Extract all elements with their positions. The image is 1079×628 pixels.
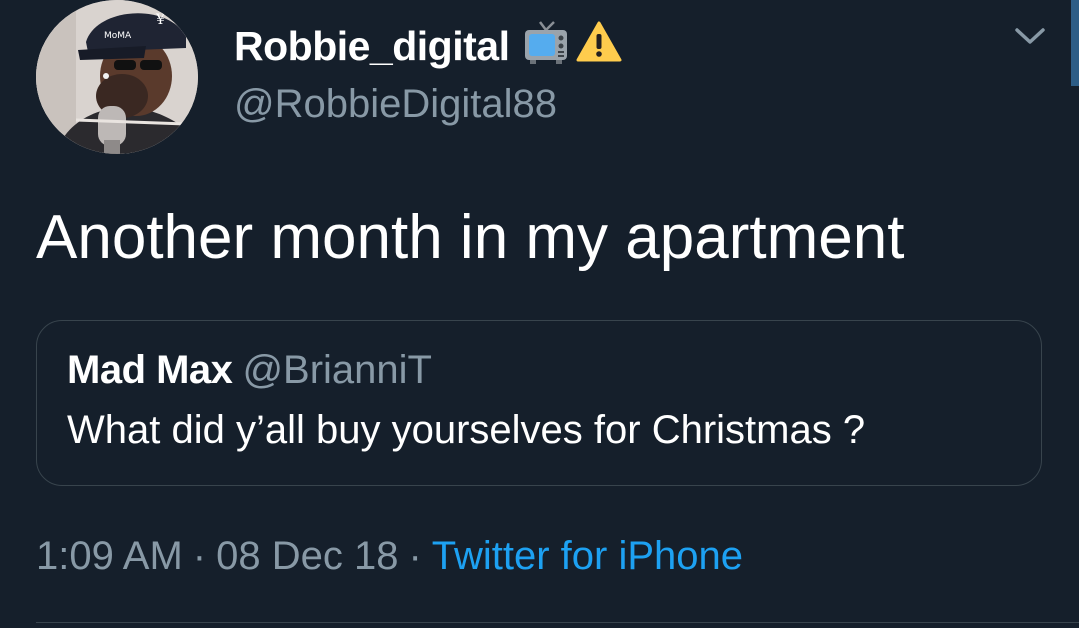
author-avatar[interactable]: MoMA ¥ bbox=[36, 0, 198, 154]
author-handle[interactable]: @RobbieDigital88 bbox=[234, 80, 557, 128]
quoted-tweet-card[interactable]: Mad Max @BrianniT What did y’all buy your… bbox=[36, 320, 1042, 486]
quoted-tweet-author: Mad Max @BrianniT bbox=[67, 345, 432, 395]
tweet-text: Another month in my apartment bbox=[36, 203, 905, 272]
svg-text:¥: ¥ bbox=[155, 12, 165, 28]
warning-emoji-icon bbox=[576, 21, 622, 62]
tweet-time[interactable]: 1:09 AM bbox=[36, 534, 183, 578]
cap-text: MoMA bbox=[104, 31, 132, 41]
quoted-tweet-text: What did y’all buy yourselves for Christ… bbox=[67, 408, 866, 452]
quoted-author-name: Mad Max bbox=[67, 348, 233, 392]
meta-separator: · bbox=[408, 534, 422, 578]
tweet-date[interactable]: 08 Dec 18 bbox=[216, 534, 398, 578]
scrollbar[interactable] bbox=[1071, 0, 1079, 86]
avatar-photo: MoMA ¥ bbox=[36, 0, 198, 154]
tweet-meta: 1:09 AM · 08 Dec 18 · Twitter for iPhone bbox=[36, 531, 743, 581]
quoted-author-handle: @BrianniT bbox=[242, 348, 432, 392]
tweet-source-link[interactable]: Twitter for iPhone bbox=[432, 534, 743, 578]
chevron-down-icon[interactable] bbox=[1010, 20, 1050, 52]
meta-separator: · bbox=[192, 534, 207, 578]
author-display-name[interactable]: Robbie_digital bbox=[234, 22, 510, 70]
divider bbox=[36, 622, 1079, 623]
tv-emoji-icon bbox=[525, 21, 567, 64]
